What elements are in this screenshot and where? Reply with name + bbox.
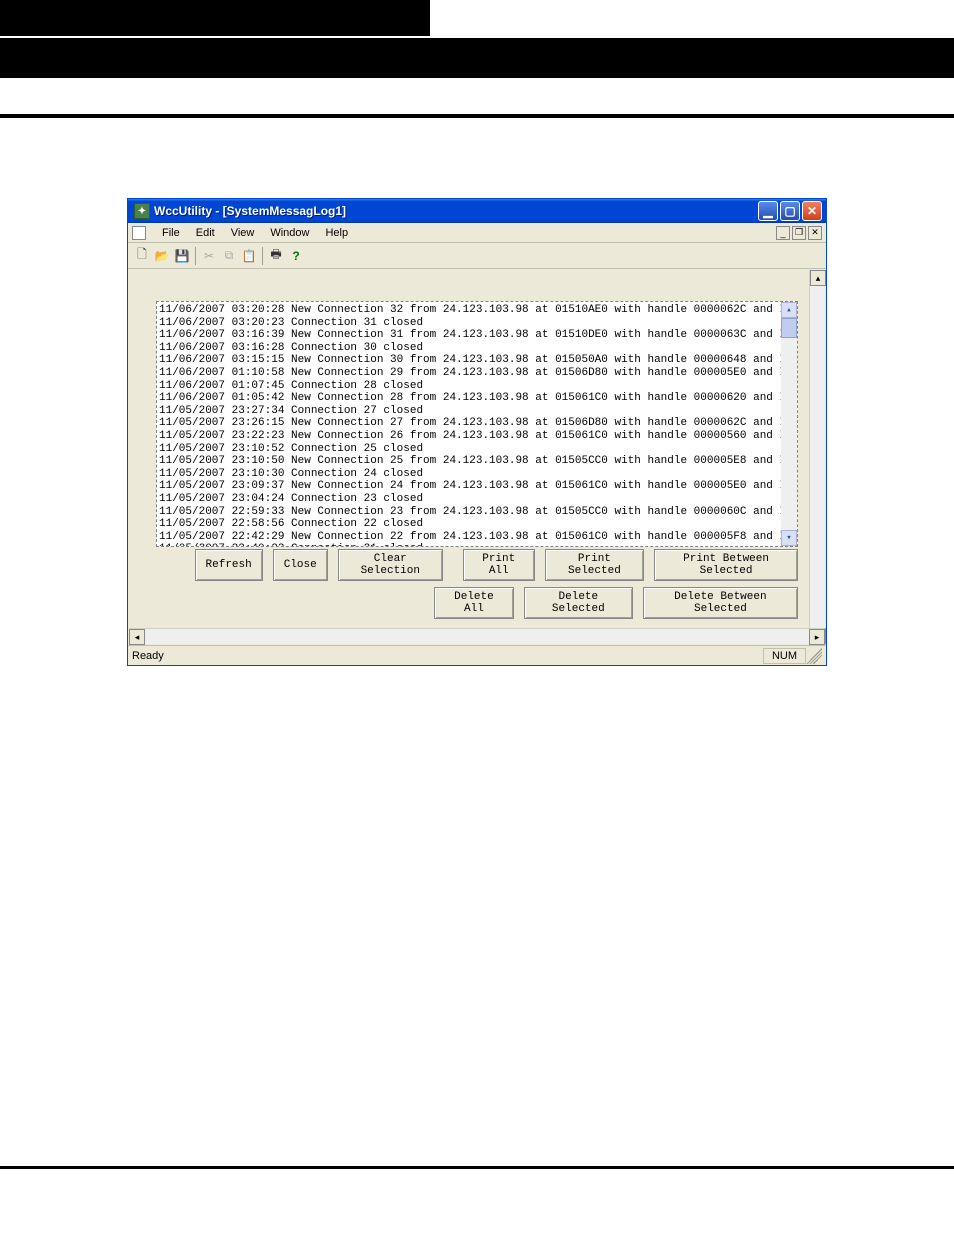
log-line[interactable]: 11/06/2007 03:15:15 New Connection 30 fr…: [159, 354, 795, 367]
log-line[interactable]: 11/05/2007 23:04:24 Connection 23 closed: [159, 493, 795, 506]
menu-window[interactable]: Window: [262, 225, 317, 241]
log-line[interactable]: 11/06/2007 01:07:45 Connection 28 closed: [159, 380, 795, 393]
print-icon[interactable]: 🖶: [266, 246, 286, 266]
toolbar-separator: [262, 247, 263, 265]
new-icon[interactable]: 🗋: [132, 246, 152, 266]
mdi-close-button[interactable]: ✕: [808, 226, 822, 240]
mdi-minimize-button[interactable]: _: [776, 226, 790, 240]
cut-icon[interactable]: ✂: [199, 246, 219, 266]
app-icon: ✦: [134, 203, 150, 219]
minimize-button[interactable]: ▁: [758, 201, 778, 221]
log-listbox[interactable]: 11/06/2007 03:20:28 New Connection 32 fr…: [156, 301, 798, 547]
maximize-button[interactable]: ▢: [780, 201, 800, 221]
open-icon[interactable]: 📂: [152, 246, 172, 266]
log-line[interactable]: 11/06/2007 01:10:58 New Connection 29 fr…: [159, 367, 795, 380]
scroll-track[interactable]: [145, 629, 809, 644]
help-icon[interactable]: ?: [286, 246, 306, 266]
log-line[interactable]: 11/05/2007 23:26:15 New Connection 27 fr…: [159, 417, 795, 430]
mdi-restore-button[interactable]: ❐: [792, 226, 806, 240]
app-window: ✦ WccUtility - [SystemMessagLog1] ▁ ▢ ✕ …: [127, 198, 827, 666]
status-num: NUM: [763, 648, 806, 664]
status-ready: Ready: [132, 650, 164, 662]
log-line[interactable]: 11/05/2007 23:27:34 Connection 27 closed: [159, 405, 795, 418]
resize-grip-icon[interactable]: [806, 648, 822, 664]
print-all-button[interactable]: Print All: [463, 549, 535, 581]
page-header-full-bar: [0, 38, 954, 78]
clear-selection-button[interactable]: Clear Selection: [338, 549, 443, 581]
outer-horizontal-scrollbar[interactable]: ◂ ▸: [129, 628, 825, 644]
log-line[interactable]: 11/06/2007 03:16:28 Connection 30 closed: [159, 342, 795, 355]
delete-all-button[interactable]: Delete All: [434, 587, 514, 619]
refresh-button[interactable]: Refresh: [195, 549, 263, 581]
scroll-thumb[interactable]: [781, 318, 797, 338]
print-between-selected-button[interactable]: Print Between Selected: [654, 549, 798, 581]
log-line[interactable]: 11/05/2007 22:59:33 New Connection 23 fr…: [159, 506, 795, 519]
scroll-up-icon[interactable]: ▴: [810, 270, 826, 286]
log-line[interactable]: 11/05/2007 23:10:30 Connection 24 closed: [159, 468, 795, 481]
titlebar: ✦ WccUtility - [SystemMessagLog1] ▁ ▢ ✕: [128, 199, 826, 223]
log-line[interactable]: 11/06/2007 03:20:23 Connection 31 closed: [159, 317, 795, 330]
paste-icon[interactable]: 📋: [239, 246, 259, 266]
log-line[interactable]: 11/05/2007 22:58:56 Connection 22 closed: [159, 518, 795, 531]
log-line[interactable]: 11/06/2007 03:16:39 New Connection 31 fr…: [159, 329, 795, 342]
copy-icon[interactable]: ⧉: [219, 246, 239, 266]
delete-selected-button[interactable]: Delete Selected: [524, 587, 633, 619]
log-line[interactable]: 11/05/2007 23:10:52 Connection 25 closed: [159, 443, 795, 456]
log-line[interactable]: 11/06/2007 01:05:42 New Connection 28 fr…: [159, 392, 795, 405]
toolbar-separator: [195, 247, 196, 265]
window-title: WccUtility - [SystemMessagLog1]: [154, 204, 758, 218]
print-selected-button[interactable]: Print Selected: [545, 549, 645, 581]
scroll-right-icon[interactable]: ▸: [809, 629, 825, 645]
log-vertical-scrollbar[interactable]: ▴ ▾: [781, 302, 797, 546]
document-icon[interactable]: [132, 226, 146, 240]
menu-file[interactable]: File: [154, 225, 188, 241]
log-line[interactable]: 11/05/2007 22:42:29 New Connection 22 fr…: [159, 531, 795, 544]
scroll-up-icon[interactable]: ▴: [781, 302, 797, 318]
close-button[interactable]: Close: [273, 549, 328, 581]
page-divider: [0, 114, 954, 118]
save-icon[interactable]: 💾: [172, 246, 192, 266]
scroll-track[interactable]: [810, 286, 825, 628]
menu-edit[interactable]: Edit: [188, 225, 223, 241]
menubar: File Edit View Window Help _ ❐ ✕: [128, 223, 826, 243]
close-window-button[interactable]: ✕: [802, 201, 822, 221]
menu-view[interactable]: View: [223, 225, 263, 241]
log-line[interactable]: 11/06/2007 03:20:28 New Connection 32 fr…: [159, 304, 795, 317]
page-footer-rule: [0, 1166, 954, 1169]
log-line[interactable]: 11/05/2007 23:10:50 New Connection 25 fr…: [159, 455, 795, 468]
log-line[interactable]: 11/05/2007 23:09:37 New Connection 24 fr…: [159, 480, 795, 493]
menu-help[interactable]: Help: [317, 225, 356, 241]
delete-between-selected-button[interactable]: Delete Between Selected: [643, 587, 798, 619]
client-area: ▴ ▾ ◂ ▸ 11/06/2007 03:20:28 New Connecti…: [128, 269, 826, 645]
scroll-track[interactable]: [781, 338, 797, 530]
scroll-left-icon[interactable]: ◂: [129, 629, 145, 645]
toolbar: 🗋 📂 💾 ✂ ⧉ 📋 🖶 ?: [128, 243, 826, 269]
page-header-small-bar: [0, 0, 430, 36]
statusbar: Ready NUM: [128, 645, 826, 665]
log-line[interactable]: 11/05/2007 23:22:23 New Connection 26 fr…: [159, 430, 795, 443]
outer-vertical-scrollbar[interactable]: ▴ ▾: [809, 270, 825, 644]
